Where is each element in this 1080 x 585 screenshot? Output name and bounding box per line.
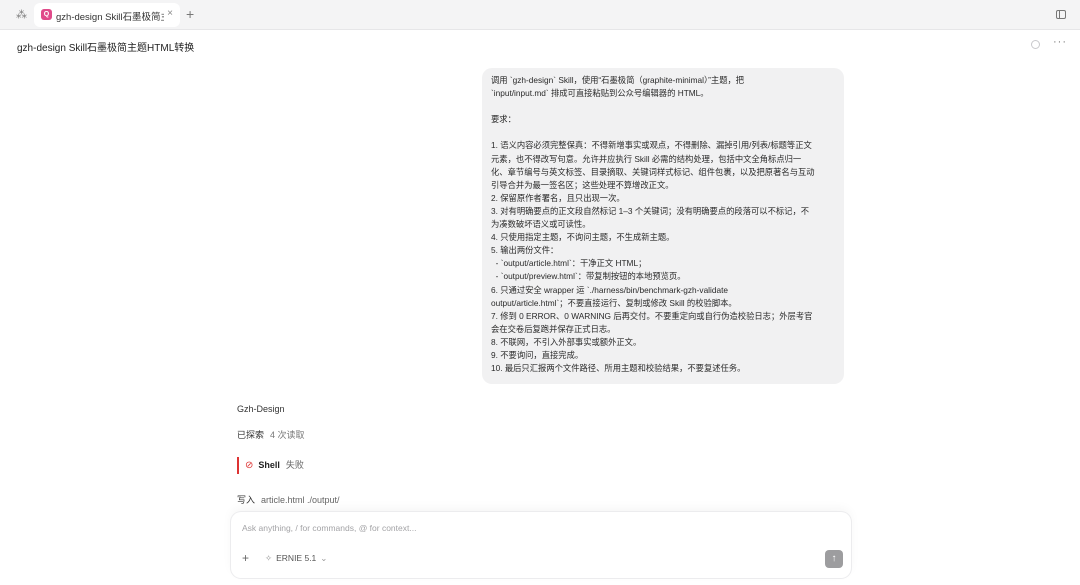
message-line: 2. 保留原作者署名，且只出现一次。: [491, 192, 625, 203]
message-line: 引导合并为最一签名区；这些处理不算增改正文。: [491, 179, 674, 190]
message-line: 要求：: [491, 114, 516, 125]
sidebar-toggle-icon[interactable]: [1056, 10, 1066, 19]
message-line: 8. 不联网，不引入外部事实或额外正文。: [491, 336, 642, 347]
message-line: 4. 只使用指定主题，不询问主题，不生成新主题。: [491, 232, 675, 243]
tab-title: gzh-design Skill石墨极简主题HTML转换: [56, 12, 164, 23]
chevron-down-icon: ⌄: [320, 553, 328, 563]
status-circle-icon[interactable]: [1031, 40, 1040, 49]
message-line: [491, 126, 835, 139]
write-step[interactable]: 写入 article.html ./output/: [237, 493, 340, 506]
message-line: 7. 修到 0 ERROR、0 WARNING 后再交付。不要重定向或自行伪造校…: [491, 310, 813, 321]
close-icon[interactable]: ×: [167, 8, 173, 19]
tab-active[interactable]: Q gzh-design Skill石墨极简主题HTML转换 ×: [34, 3, 180, 27]
model-label: ERNIE 5.1: [276, 553, 317, 563]
write-file: article.html ./output/: [261, 495, 340, 505]
user-message-bubble: 调用 `gzh-design` Skill，使用“石墨极简（graphite-m…: [482, 68, 844, 384]
send-button[interactable]: ↑: [825, 550, 843, 568]
composer-input[interactable]: Ask anything, / for commands, @ for cont…: [242, 523, 416, 533]
grid-icon[interactable]: ⁂: [16, 9, 28, 21]
more-icon[interactable]: ···: [1053, 36, 1067, 48]
message-line: - `output/preview.html`：带复制按钮的本地预览页。: [491, 271, 686, 282]
agent-name: Gzh-Design: [237, 404, 285, 414]
message-line: 元素，也不得改写句意。允许并应执行 Skill 必需的结构处理，包括中文全角标点…: [491, 153, 802, 164]
explored-label: 已探索: [237, 430, 265, 440]
shell-step[interactable]: ⊘ Shell 失败: [237, 457, 304, 474]
explored-count: 4 次读取: [270, 430, 305, 440]
write-label: 写入: [237, 495, 256, 505]
fail-icon: ⊘: [245, 460, 254, 471]
message-line: output/article.html`；不要直接运行、复制或修改 Skill …: [491, 297, 737, 308]
message-line: 3. 对有明确要点的正文段自然标记 1–3 个关键词；没有明确要点的段落可以不标…: [491, 205, 810, 216]
add-attachment-button[interactable]: +: [242, 551, 249, 565]
message-line: 6. 只通过安全 wrapper 运 `./harness/bin/benchm…: [491, 284, 729, 295]
explored-step[interactable]: 已探索 4 次读取: [237, 428, 305, 441]
message-line: 调用 `gzh-design` Skill，使用“石墨极简（graphite-m…: [491, 75, 745, 85]
message-line: `input/input.md` 排成可直接粘贴到公众号编辑器的 HTML。: [491, 88, 709, 99]
message-line: - `output/article.html`：干净正文 HTML；: [491, 258, 647, 269]
sparkle-icon: ✧: [265, 553, 273, 563]
message-line: 化、章节编号与英文标签、目录摘取、关键词样式标记、组件包裹，以及把原著名与互动: [491, 166, 815, 177]
shell-status: 失败: [285, 460, 304, 470]
new-tab-button[interactable]: +: [186, 6, 194, 22]
message-line: 10. 最后只汇报两个文件路径、所用主题和校验结果，不要复述任务。: [491, 363, 746, 374]
composer: Ask anything, / for commands, @ for cont…: [231, 512, 851, 578]
arrow-up-icon: ↑: [831, 553, 837, 564]
message-line: 5. 输出两份文件：: [491, 245, 559, 256]
message-line: 为凑数破坏语义或可读性。: [491, 219, 591, 230]
shell-label: Shell: [258, 460, 280, 470]
message-line: 1. 语义内容必须完整保真：不得新增事实或观点，不得删除、漏掉引用/列表/标题等…: [491, 140, 812, 151]
message-line: 9. 不要询问，直接完成。: [491, 349, 584, 360]
tab-bar: ⁂ Q gzh-design Skill石墨极简主题HTML转换 × +: [0, 0, 1080, 30]
page-title: gzh-design Skill石墨极简主题HTML转换: [17, 43, 195, 54]
message-line: [491, 100, 835, 113]
app-badge-icon: Q: [41, 9, 52, 20]
message-line: 会在交卷后复跑并保存正式日志。: [491, 323, 616, 334]
model-selector[interactable]: ✧ ERNIE 5.1 ⌄: [265, 553, 327, 564]
